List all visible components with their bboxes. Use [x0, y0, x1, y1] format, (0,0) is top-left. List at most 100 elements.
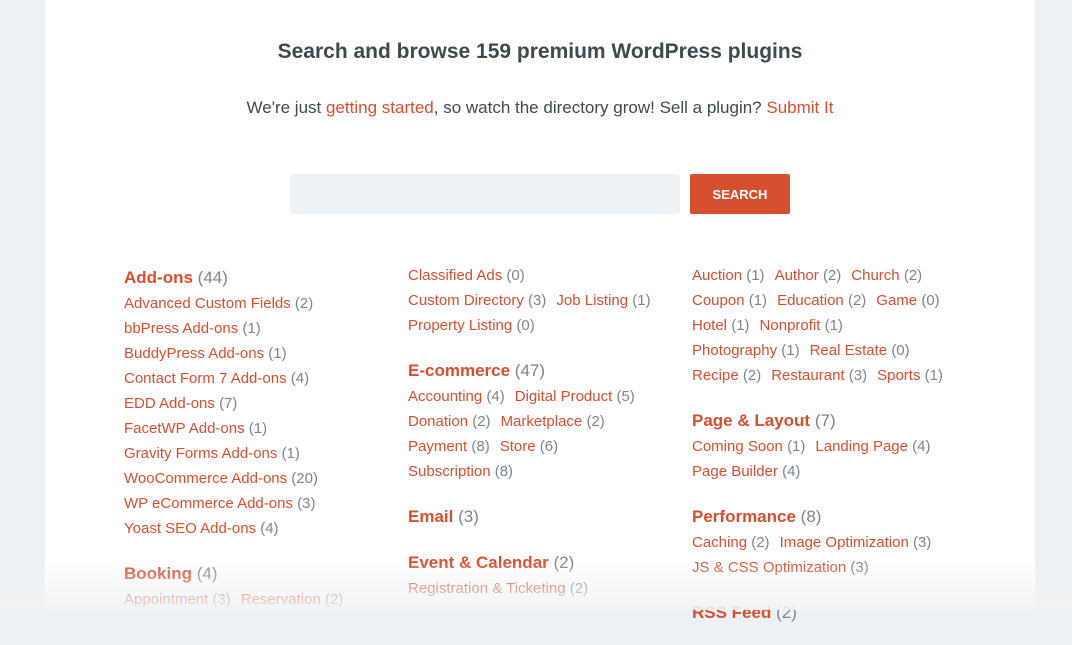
- subcategory-link[interactable]: Author: [775, 267, 819, 284]
- subcategory-link[interactable]: Gravity Forms Add-ons: [124, 445, 277, 462]
- subcategory-link[interactable]: Marketplace: [501, 413, 583, 430]
- subcategory-count: (1): [924, 367, 943, 384]
- subcategory-item: Recipe (2): [692, 367, 761, 384]
- subcategory-count: (0): [891, 342, 910, 359]
- subcategory-row: Auction (1) Author (2) Church (2): [692, 263, 972, 288]
- subcategory-item: Caching (2): [692, 534, 770, 551]
- subcategory-count: (3): [528, 292, 547, 309]
- subcategory-count: (0): [921, 292, 940, 309]
- subcategory-row: Accounting (4) Digital Product (5): [408, 384, 688, 409]
- subcategory-link[interactable]: Church: [851, 267, 899, 284]
- subcategory-link[interactable]: Image Optimization: [780, 534, 909, 551]
- subcategory-item: WooCommerce Add-ons (20): [124, 470, 318, 487]
- category-link[interactable]: Add-ons: [124, 268, 193, 287]
- subcategory-item: Real Estate (0): [810, 342, 910, 359]
- subcategory-item: Hotel (1): [692, 317, 750, 334]
- subcategory-row: Recipe (2) Restaurant (3) Sports (1): [692, 363, 972, 388]
- subcategory-row: Hotel (1) Nonprofit (1): [692, 313, 972, 338]
- subcategory-count: (7): [219, 395, 238, 412]
- getting-started-link[interactable]: getting started: [326, 98, 434, 117]
- subcategory-link[interactable]: Coupon: [692, 292, 745, 309]
- subcategory-link[interactable]: Landing Page: [815, 438, 908, 455]
- subcategory-item: BuddyPress Add-ons (1): [124, 345, 287, 362]
- subcategory-link[interactable]: Coming Soon: [692, 438, 783, 455]
- category-link[interactable]: Page & Layout: [692, 411, 810, 430]
- subcategory-item: Auction (1): [692, 267, 765, 284]
- subcategory-item: WP eCommerce Add-ons (3): [124, 495, 315, 512]
- subcategory-item: FacetWP Add-ons (1): [124, 420, 267, 437]
- subtitle-text: , so watch the directory grow! Sell a pl…: [433, 98, 767, 117]
- subcategory-link[interactable]: Hotel: [692, 317, 727, 334]
- category-link[interactable]: Email: [408, 507, 453, 526]
- category-link[interactable]: E-commerce: [408, 361, 510, 380]
- subcategory-link[interactable]: Yoast SEO Add-ons: [124, 520, 256, 537]
- submit-it-link[interactable]: Submit It: [766, 98, 833, 117]
- subcategory-link[interactable]: Store: [500, 438, 536, 455]
- page-content: Search and browse 159 premium WordPress …: [45, 0, 1035, 622]
- subcategory-link[interactable]: Photography: [692, 342, 777, 359]
- subcategory-row: Contact Form 7 Add-ons (4): [124, 366, 404, 391]
- subcategory-link[interactable]: Sports: [877, 367, 920, 384]
- subcategory-item: Custom Directory (3): [408, 292, 546, 309]
- subcategory-item: Contact Form 7 Add-ons (4): [124, 370, 309, 387]
- subcategory-link[interactable]: bbPress Add-ons: [124, 320, 238, 337]
- subcategory-row: Page Builder (4): [692, 459, 972, 484]
- subcategory-link[interactable]: Donation: [408, 413, 468, 430]
- subcategory-link[interactable]: Job Listing: [556, 292, 628, 309]
- subcategory-link[interactable]: Contact Form 7 Add-ons: [124, 370, 287, 387]
- subcategory-item: Author (2): [775, 267, 842, 284]
- subcategory-link[interactable]: Game: [876, 292, 917, 309]
- subcategory-link[interactable]: Restaurant: [771, 367, 844, 384]
- subcategory-link[interactable]: WooCommerce Add-ons: [124, 470, 287, 487]
- subcategory-count: (1): [731, 317, 750, 334]
- category-group: E-commerce (47) Accounting (4) Digital Pro…: [408, 357, 688, 484]
- category-link[interactable]: Performance: [692, 507, 796, 526]
- bottom-fade: [0, 560, 1072, 610]
- subcategory-item: Property Listing (0): [408, 317, 535, 334]
- category-group: Email (3): [408, 503, 688, 530]
- subcategory-link[interactable]: Page Builder: [692, 463, 778, 480]
- subcategory-link[interactable]: Accounting: [408, 388, 482, 405]
- search-button[interactable]: SEARCH: [690, 174, 790, 214]
- subcategory-item: Advanced Custom Fields (2): [124, 295, 313, 312]
- subcategory-item: EDD Add-ons (7): [124, 395, 237, 412]
- subcategory-link[interactable]: EDD Add-ons: [124, 395, 215, 412]
- subcategory-item: Digital Product (5): [515, 388, 635, 405]
- subcategory-count: (1): [281, 445, 300, 462]
- subcategory-count: (2): [472, 413, 491, 430]
- subcategory-item: Marketplace (2): [501, 413, 605, 430]
- subcategory-item: Education (2): [777, 292, 866, 309]
- subcategory-link[interactable]: Recipe: [692, 367, 739, 384]
- subcategory-count: (2): [822, 267, 842, 284]
- subcategory-link[interactable]: Real Estate: [810, 342, 888, 359]
- subcategory-link[interactable]: Property Listing: [408, 317, 512, 334]
- subcategory-row: WooCommerce Add-ons (20): [124, 466, 404, 491]
- subcategory-item: Yoast SEO Add-ons (4): [124, 520, 279, 537]
- subcategory-item: Church (2): [851, 267, 922, 284]
- category-heading: Add-ons (44): [124, 264, 404, 291]
- subcategory-link[interactable]: Payment: [408, 438, 467, 455]
- subcategory-row: Donation (2) Marketplace (2): [408, 409, 688, 434]
- subcategory-link[interactable]: Caching: [692, 534, 747, 551]
- subcategory-link[interactable]: Advanced Custom Fields: [124, 295, 291, 312]
- subcategory-row: Coming Soon (1) Landing Page (4): [692, 434, 972, 459]
- subcategory-link[interactable]: BuddyPress Add-ons: [124, 345, 264, 362]
- page-title: Search and browse 159 premium WordPress …: [277, 40, 803, 63]
- subcategory-item: bbPress Add-ons (1): [124, 320, 261, 337]
- subcategory-row: BuddyPress Add-ons (1): [124, 341, 404, 366]
- subcategory-count: (1): [787, 438, 806, 455]
- subcategory-link[interactable]: FacetWP Add-ons: [124, 420, 245, 437]
- search-input[interactable]: [290, 174, 680, 214]
- subcategory-link[interactable]: Auction: [692, 267, 742, 284]
- subcategory-link[interactable]: Digital Product: [515, 388, 613, 405]
- subcategory-link[interactable]: WP eCommerce Add-ons: [124, 495, 293, 512]
- subcategory-item: Game (0): [876, 292, 939, 309]
- category-heading: E-commerce (47): [408, 357, 688, 384]
- subcategory-link[interactable]: Classified Ads: [408, 267, 502, 284]
- subcategory-link[interactable]: Education: [777, 292, 844, 309]
- subcategory-link[interactable]: Custom Directory: [408, 292, 524, 309]
- subcategory-count: (1): [248, 420, 268, 437]
- subcategory-link[interactable]: Subscription: [408, 463, 491, 480]
- subcategory-link[interactable]: Nonprofit: [760, 317, 821, 334]
- subcategory-count: (3): [848, 367, 868, 384]
